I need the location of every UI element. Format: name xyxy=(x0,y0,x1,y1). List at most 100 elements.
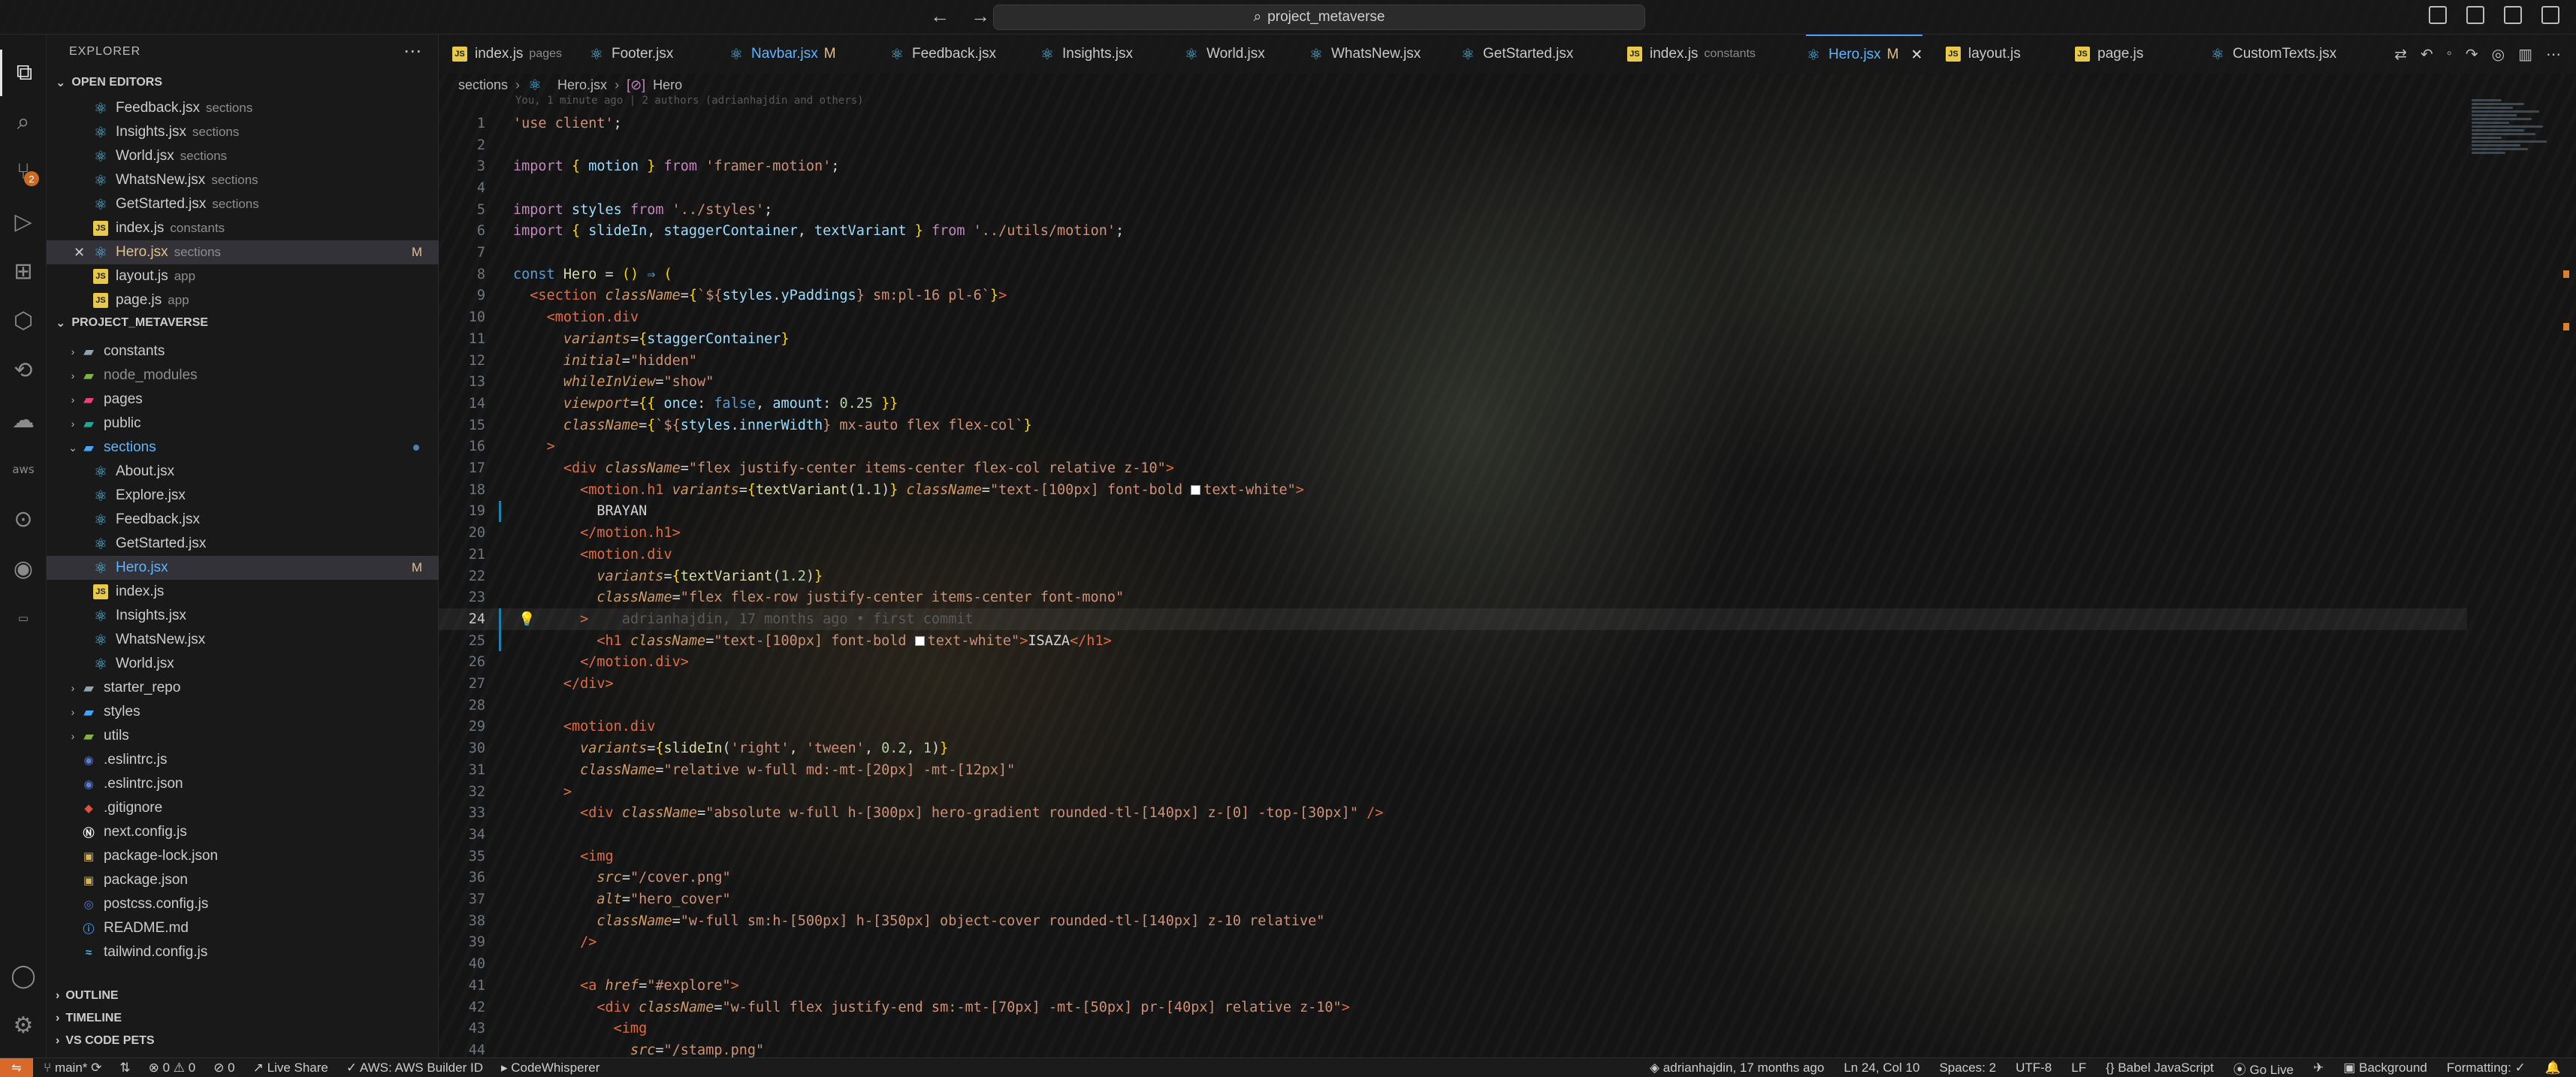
aws-item[interactable]: ✓ AWS: AWS Builder ID xyxy=(346,1060,483,1075)
tab-index-pages[interactable]: JS index.js pages xyxy=(452,35,562,74)
git-back-icon[interactable]: ↶ xyxy=(2420,45,2433,64)
open-editor-item[interactable]: ⚛ WhatsNew.jsx sections xyxy=(47,168,439,192)
tree-file[interactable]: ⚛ GetStarted.jsx xyxy=(47,532,439,556)
eol[interactable]: LF xyxy=(2071,1060,2086,1075)
tree-folder[interactable]: › ▰ pages xyxy=(47,388,439,412)
compare-icon[interactable]: ⇄ xyxy=(2394,45,2407,64)
open-editor-item-active[interactable]: ✕ ⚛ Hero.jsx sections M xyxy=(47,240,439,264)
tab-world[interactable]: ⚛ World.jsx xyxy=(1184,35,1265,74)
problems-item[interactable]: ⊗ 0 ⚠ 0 xyxy=(149,1060,196,1075)
command-center-search[interactable]: ⌕ project_metaverse xyxy=(993,5,1645,30)
tree-folder-open[interactable]: ⌄ ▰ sections xyxy=(47,436,439,460)
project-header[interactable]: ⌄ PROJECT_METAVERSE xyxy=(47,312,439,333)
tab-page[interactable]: JS page.js xyxy=(2075,35,2143,74)
code-icon[interactable]: ▭ xyxy=(0,595,47,641)
toggle-secondary-sidebar-icon[interactable] xyxy=(2504,6,2522,24)
tree-file[interactable]: ⚛ About.jsx xyxy=(47,460,439,484)
breadcrumb-symbol[interactable]: Hero xyxy=(653,77,682,93)
tree-file-active[interactable]: ⚛ Hero.jsx M xyxy=(47,556,439,580)
tree-file[interactable]: ⚛ WhatsNew.jsx xyxy=(47,628,439,652)
explorer-icon[interactable]: ⧉ xyxy=(0,50,47,96)
account-icon[interactable]: ◯ xyxy=(0,952,47,999)
open-editors-header[interactable]: ⌄ OPEN EDITORS xyxy=(47,72,439,93)
tab-getstarted[interactable]: ⚛ GetStarted.jsx xyxy=(1460,35,1573,74)
open-editor-item[interactable]: JS layout.js app xyxy=(47,264,439,288)
copilot-icon[interactable]: ✈ xyxy=(2313,1060,2324,1075)
tree-file[interactable]: Ⓝ next.config.js xyxy=(47,820,439,844)
tree-folder[interactable]: › ▰ styles xyxy=(47,700,439,724)
git-forward-icon[interactable]: ↷ xyxy=(2466,45,2478,64)
tree-file[interactable]: ≈ tailwind.config.js xyxy=(47,940,439,964)
more-icon[interactable]: ⋯ xyxy=(2546,45,2561,64)
open-editor-item[interactable]: ⚛ GetStarted.jsx sections xyxy=(47,192,439,216)
indentation[interactable]: Spaces: 2 xyxy=(1939,1060,1996,1075)
tree-folder[interactable]: › ▰ utils xyxy=(47,724,439,748)
close-tab-icon[interactable]: ✕ xyxy=(1911,47,1923,64)
formatting-item[interactable]: Formatting: ✓ xyxy=(2447,1060,2526,1075)
tree-file[interactable]: ⚛ Explore.jsx xyxy=(47,484,439,508)
forward-arrow-icon[interactable]: → xyxy=(971,5,990,28)
open-editor-item[interactable]: JS index.js constants xyxy=(47,216,439,240)
tree-file[interactable]: ▣ package.json xyxy=(47,868,439,892)
hexagon-icon[interactable]: ⬡ xyxy=(0,297,47,344)
tab-hero-active[interactable]: ⚛ Hero.jsx M ✕ xyxy=(1806,35,1923,74)
run-debug-icon[interactable]: ▷ xyxy=(0,198,47,245)
minimap[interactable] xyxy=(2472,98,2554,188)
breadcrumb-file[interactable]: Hero.jsx xyxy=(557,77,607,93)
tree-file[interactable]: ◉ .eslintrc.js xyxy=(47,748,439,772)
tab-index-constants[interactable]: JS index.js constants xyxy=(1627,35,1756,74)
vscode-pets-header[interactable]: › VS CODE PETS xyxy=(47,1030,439,1051)
go-live-item[interactable]: ⦿ Go Live xyxy=(2233,1059,2294,1077)
tab-whatsnew[interactable]: ⚛ WhatsNew.jsx xyxy=(1309,35,1421,74)
tab-layout[interactable]: JS layout.js xyxy=(1946,35,2021,74)
tree-file[interactable]: ⚛ Insights.jsx xyxy=(47,604,439,628)
tree-folder[interactable]: › ▰ constants xyxy=(47,339,439,364)
tree-file[interactable]: ◆ .gitignore xyxy=(47,796,439,820)
live-share-item[interactable]: ↗ Live Share xyxy=(253,1060,328,1075)
toggle-sidebar-icon[interactable] xyxy=(2429,6,2447,24)
search-view-icon[interactable]: ⌕ xyxy=(0,99,47,146)
open-editor-item[interactable]: JS page.js app xyxy=(47,288,439,312)
tab-insights[interactable]: ⚛ Insights.jsx xyxy=(1040,35,1133,74)
go-live-icon[interactable]: ◎ xyxy=(2492,45,2505,64)
tree-file[interactable]: ⓘ README.md xyxy=(47,916,439,940)
codewhisperer-item[interactable]: ▸ CodeWhisperer xyxy=(501,1060,599,1075)
tab-footer[interactable]: ⚛ Footer.jsx xyxy=(589,35,673,74)
open-editor-item[interactable]: ⚛ Feedback.jsx sections xyxy=(47,96,439,120)
docker-icon[interactable]: ☁ xyxy=(0,397,47,443)
back-arrow-icon[interactable]: ← xyxy=(930,5,950,28)
lightbulb-icon[interactable]: 💡 xyxy=(518,611,535,628)
encoding[interactable]: UTF-8 xyxy=(2016,1060,2052,1075)
manage-gear-icon[interactable]: ⚙ xyxy=(0,1002,47,1048)
tree-file[interactable]: JS index.js xyxy=(47,580,439,604)
split-editor-icon[interactable]: ▥ xyxy=(2518,45,2532,64)
tab-feedback[interactable]: ⚛ Feedback.jsx xyxy=(889,35,996,74)
aws-icon[interactable]: aws xyxy=(0,446,47,493)
timeline-header[interactable]: › TIMELINE xyxy=(47,1008,439,1029)
tree-file[interactable]: ◉ .eslintrc.json xyxy=(47,772,439,796)
customize-layout-icon[interactable] xyxy=(2541,6,2559,24)
source-control-icon[interactable]: ⑂ 2 xyxy=(0,149,47,195)
code-editor[interactable]: You, 1 minute ago | 2 authors (adrianhaj… xyxy=(439,95,2576,1057)
ports-item[interactable]: ⊘ 0 xyxy=(213,1060,234,1075)
git-graph-icon[interactable]: ⊙ xyxy=(0,496,47,542)
gitlens-icon[interactable]: ◉ xyxy=(0,545,47,592)
cursor-position[interactable]: Ln 24, Col 10 xyxy=(1844,1060,1919,1075)
toggle-panel-icon[interactable] xyxy=(2466,6,2484,24)
open-editor-item[interactable]: ⚛ Insights.jsx sections xyxy=(47,120,439,144)
tree-file[interactable]: ▣ package-lock.json xyxy=(47,844,439,868)
sync-icon[interactable]: ⇅ xyxy=(119,1060,130,1075)
language-mode[interactable]: {} Babel JavaScript xyxy=(2106,1060,2214,1075)
breadcrumb-folder[interactable]: sections xyxy=(458,77,508,93)
open-editor-item[interactable]: ⚛ World.jsx sections xyxy=(47,144,439,168)
notifications-icon[interactable]: 🔔 xyxy=(2545,1060,2561,1075)
tree-folder[interactable]: › ▰ node_modules xyxy=(47,364,439,388)
remote-indicator-icon[interactable]: ⇋ xyxy=(0,1057,33,1077)
background-item[interactable]: ▣ Background xyxy=(2343,1060,2427,1075)
tab-customtexts[interactable]: ⚛ CustomTexts.jsx xyxy=(2210,35,2336,74)
git-blame-item[interactable]: ◈ adrianhajdin, 17 months ago xyxy=(1650,1060,1824,1075)
git-dot-icon[interactable]: ◦ xyxy=(2447,45,2452,64)
tree-folder[interactable]: › ▰ public xyxy=(47,412,439,436)
tree-file[interactable]: ◎ postcss.config.js xyxy=(47,892,439,916)
outline-header[interactable]: › OUTLINE xyxy=(47,985,439,1006)
